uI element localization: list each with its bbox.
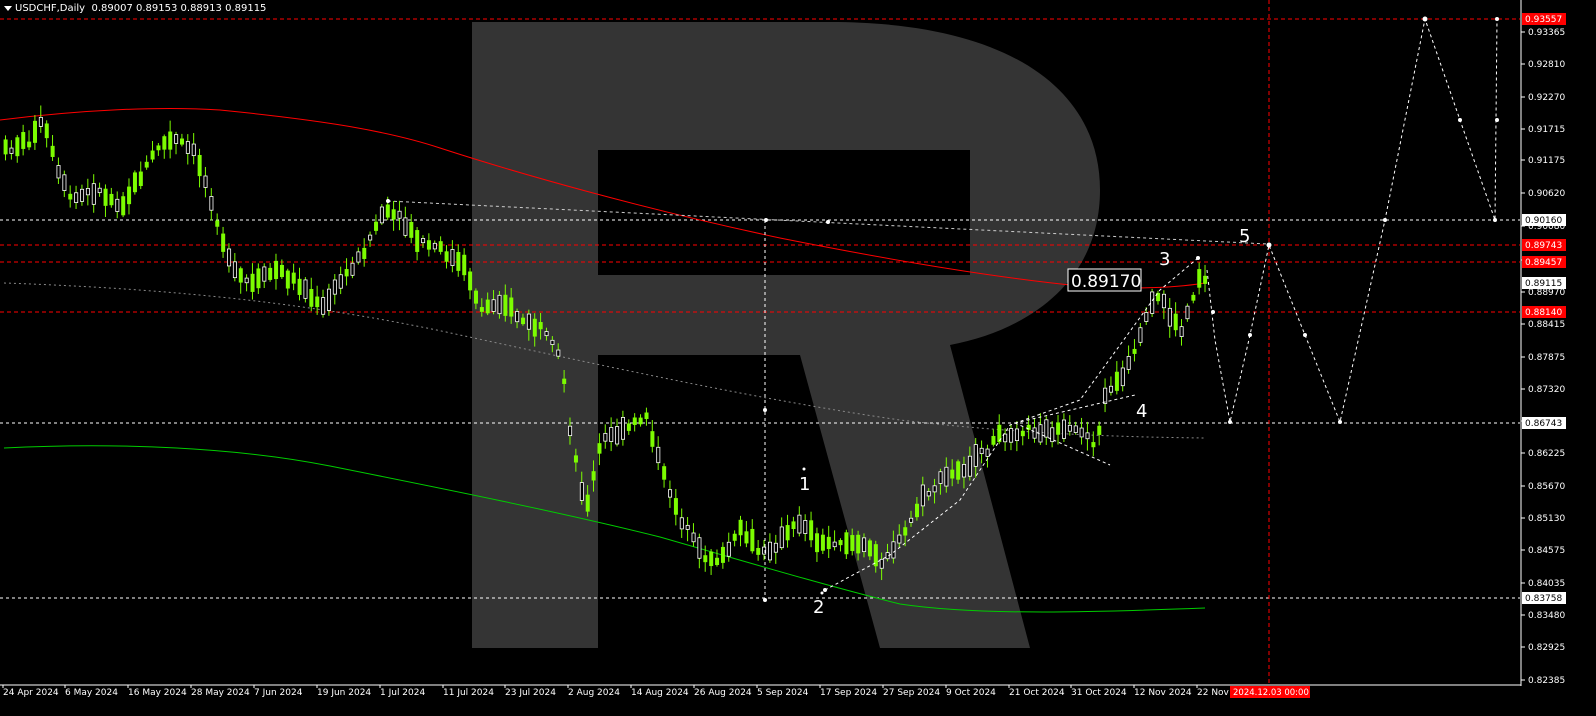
dropdown-triangle-icon[interactable]	[4, 5, 12, 11]
price-marker-label: 0.86743	[1525, 419, 1562, 429]
price-marker-label: 0.83758	[1525, 594, 1562, 604]
time-tick-label: 28 May 2024	[191, 688, 250, 698]
wave-label-3: 3	[1159, 249, 1170, 270]
price-tick-label: 0.90620	[1528, 189, 1565, 199]
price-tick-label: 0.88415	[1528, 320, 1565, 330]
price-tick-label: 0.82925	[1528, 643, 1565, 653]
ohlc-values: 0.89007 0.89153 0.88913 0.89115	[91, 3, 267, 14]
price-tick-label: 0.91175	[1528, 156, 1565, 166]
price-tick-label: 0.91715	[1528, 125, 1565, 135]
price-tick-label: 0.85670	[1528, 482, 1565, 492]
price-tick-label: 0.83480	[1528, 611, 1565, 621]
time-tick-label: 31 Oct 2024	[1071, 688, 1127, 698]
time-tick-label: 26 Aug 2024	[694, 688, 752, 698]
time-tick-label: 9 Oct 2024	[946, 688, 996, 698]
time-tick-label: 14 Aug 2024	[631, 688, 689, 698]
time-tick-label: 6 May 2024	[65, 688, 118, 698]
time-tick-label: 11 Jul 2024	[443, 688, 494, 698]
candle	[1185, 303, 1190, 322]
price-tick-label: 0.92270	[1528, 93, 1565, 103]
price-tick-label: 0.87875	[1528, 353, 1565, 363]
time-tick-label: 21 Oct 2024	[1009, 688, 1065, 698]
time-tick-label: 17 Sep 2024	[820, 688, 877, 698]
time-tick-label: 2 Aug 2024	[568, 688, 620, 698]
price-marker-label: 0.88140	[1525, 308, 1562, 318]
price-tick-label: 0.86225	[1528, 449, 1565, 459]
time-highlight: 2024.12.03 00:00	[1230, 686, 1310, 698]
price-marker-label: 0.90160	[1525, 216, 1562, 226]
symbol-header: USDCHF,Daily 0.89007 0.89153 0.88913 0.8…	[4, 3, 266, 14]
wave-label-1: 1	[799, 474, 810, 495]
price-axis: 0.93365 0.92810 0.92270 0.91715 0.91175 0.906…	[1521, 28, 1565, 686]
time-tick-label: 12 Nov 2024	[1134, 688, 1192, 698]
candle	[1150, 288, 1155, 318]
price-tick-label: 0.84575	[1528, 546, 1565, 556]
time-tick-label: 7 Jun 2024	[254, 688, 303, 698]
time-tick-label: 1 Jul 2024	[380, 688, 425, 698]
time-tick-label: 24 Apr 2024	[3, 688, 59, 698]
current-price-box-label: 0.89170	[1071, 272, 1141, 292]
price-tick-label: 0.84035	[1528, 579, 1565, 589]
symbol-label: USDCHF,Daily	[15, 3, 86, 14]
time-tick-label: 22 Nov	[1197, 688, 1230, 698]
price-marker-label: 0.93557	[1525, 15, 1562, 25]
price-marker-label: 0.89457	[1525, 258, 1562, 268]
time-tick-label: 19 Jun 2024	[317, 688, 371, 698]
wave-label-4: 4	[1136, 401, 1147, 422]
time-highlight-label: 2024.12.03 00:00	[1233, 688, 1309, 698]
price-tick-label: 0.93365	[1528, 28, 1565, 38]
wave-label-5: 5	[1239, 226, 1250, 247]
price-chart[interactable]: 1 2 3 4 5 0.89170 0.933650.928100.922700…	[0, 0, 1596, 716]
time-tick-label: 23 Jul 2024	[505, 688, 556, 698]
time-tick-label: 27 Sep 2024	[883, 688, 940, 698]
candle	[132, 170, 137, 195]
time-tick-label: 16 May 2024	[128, 688, 187, 698]
price-marker-label: 0.89743	[1525, 241, 1562, 251]
time-tick-label: 5 Sep 2024	[757, 688, 809, 698]
candle	[303, 277, 308, 303]
price-tick-label: 0.88970	[1528, 288, 1565, 298]
price-tick-label: 0.92810	[1528, 60, 1565, 70]
candle	[379, 204, 384, 225]
price-tick-label: 0.82385	[1528, 676, 1565, 686]
price-marker-label: 0.89115	[1525, 279, 1562, 289]
price-tick-label: 0.87320	[1528, 385, 1565, 395]
price-tick-label: 0.85130	[1528, 514, 1565, 524]
wave-label-2: 2	[813, 597, 824, 618]
current-price-box: 0.89170	[1067, 268, 1142, 292]
